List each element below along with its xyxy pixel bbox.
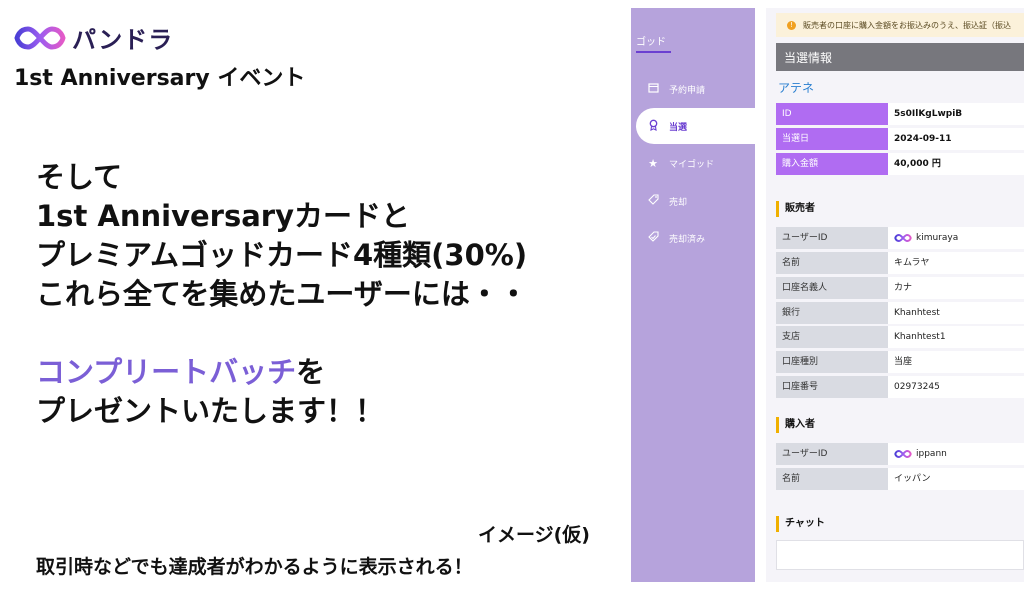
seller-row-value: Khanhtest [888,302,1024,324]
sidebar-item-sell[interactable]: 売却 [631,183,755,219]
buyer-row-value: イッパン [888,468,1024,490]
win-row-value: 40,000 円 [888,153,1024,175]
headline-line: プレミアムゴッドカード4種類(30%) [36,238,528,272]
buyer-row-key: 名前 [776,468,888,490]
seller-row-account-number: 口座番号 02973245 [776,376,1024,398]
seller-row-value: キムラヤ [888,252,1024,274]
sidebar-item-mygod[interactable]: ★ マイゴッド [631,145,755,181]
sidebar-title-underline [636,51,671,53]
headline-line: 1st Anniversaryカードと [36,199,410,233]
seller-row-key: 口座番号 [776,376,888,398]
complete-badge-text: コンプリートバッチ [36,355,297,389]
headline: そして 1st Anniversaryカードと プレミアムゴッドカード4種類(3… [36,158,528,431]
headline-line: そして [36,160,123,194]
image-note: イメージ(仮) [478,524,590,546]
buyer-row-value: ippann [888,443,1024,465]
sidebar-title: ゴッド [636,37,666,48]
buyer-userid[interactable]: ippann [916,443,947,465]
sidebar-item-label: マイゴッド [669,159,715,170]
event-title: 1st Anniversary イベント [14,66,306,91]
notice-banner: ! 販売者の口座に購入金額をお振込みのうえ、振込証（振込 [776,13,1024,37]
infinity-logo-icon [14,25,66,50]
tag-check-icon [646,231,660,245]
win-row-id: ID 5s0IlKgLwpiB [776,103,1024,125]
tag-icon [646,194,660,208]
seller-row-key: ユーザーID [776,227,888,249]
seller-row-key: 名前 [776,252,888,274]
win-row-value: 5s0IlKgLwpiB [888,103,1024,125]
seller-row-bank: 銀行 Khanhtest [776,302,1024,324]
seller-row-holder: 口座名義人 カナ [776,277,1024,299]
headline-line: プレゼントいたします！！ [36,394,385,428]
seller-row-value: カナ [888,277,1024,299]
headline-line: これら全てを集めたユーザーには・・ [36,277,528,311]
headline-accent-line: コンプリートバッチを [36,353,528,392]
accent-suffix: を [296,355,326,389]
win-row-amount: 購入金額 40,000 円 [776,153,1024,175]
sidebar-item-sold[interactable]: 売却済み [631,220,755,256]
notice-text: 販売者の口座に購入金額をお振込みのうえ、振込証（振込 [803,20,1011,30]
seller-row-value: kimuraya [888,227,1024,249]
chat-box[interactable] [776,540,1024,570]
star-icon: ★ [648,156,658,170]
complete-badge-icon [894,449,912,459]
brand-name: パンドラ [72,26,174,54]
complete-badge-icon [894,233,912,243]
award-icon [646,119,660,134]
sidebar-item-winning[interactable]: 当選 [636,108,755,144]
seller-row-key: 口座名義人 [776,277,888,299]
warning-icon: ! [787,20,796,30]
seller-row-value: 02973245 [888,376,1024,398]
win-row-key: ID [776,103,888,125]
seller-row-account-type: 口座種別 当座 [776,351,1024,373]
win-row-date: 当選日 2024-09-11 [776,128,1024,150]
seller-section-title: 販売者 [776,201,815,217]
seller-row-name: 名前 キムラヤ [776,252,1024,274]
footer-note: 取引時などでも達成者がわかるように表示される！ [36,556,473,578]
sidebar-item-label: 予約申請 [669,85,706,96]
seller-row-key: 銀行 [776,302,888,324]
seller-userid[interactable]: kimuraya [916,227,958,249]
seller-row-key: 口座種別 [776,351,888,373]
seller-row-value: Khanhtest1 [888,326,1024,348]
chat-section-title: チャット [776,516,825,532]
win-info-header: 当選情報 [776,43,1024,71]
seller-row-key: 支店 [776,326,888,348]
sidebar: ゴッド 予約申請 当選 ★ マイゴッド 売却 売却済み [631,8,755,582]
buyer-row-name: 名前 イッパン [776,468,1024,490]
win-row-key: 購入金額 [776,153,888,175]
seller-row-branch: 支店 Khanhtest1 [776,326,1024,348]
win-row-value: 2024-09-11 [888,128,1024,150]
calendar-icon [646,82,660,96]
prize-name: アテネ [778,81,815,95]
sidebar-item-label: 売却 [669,197,688,208]
seller-row-value: 当座 [888,351,1024,373]
buyer-section-title: 購入者 [776,417,815,433]
buyer-row-userid: ユーザーID ippann [776,443,1024,465]
seller-row-userid: ユーザーID kimuraya [776,227,1024,249]
buyer-row-key: ユーザーID [776,443,888,465]
sidebar-item-label: 当選 [669,122,688,133]
sidebar-item-label: 売却済み [669,234,706,245]
win-row-key: 当選日 [776,128,888,150]
sidebar-item-reservation[interactable]: 予約申請 [631,71,755,107]
brand: パンドラ [14,20,173,55]
